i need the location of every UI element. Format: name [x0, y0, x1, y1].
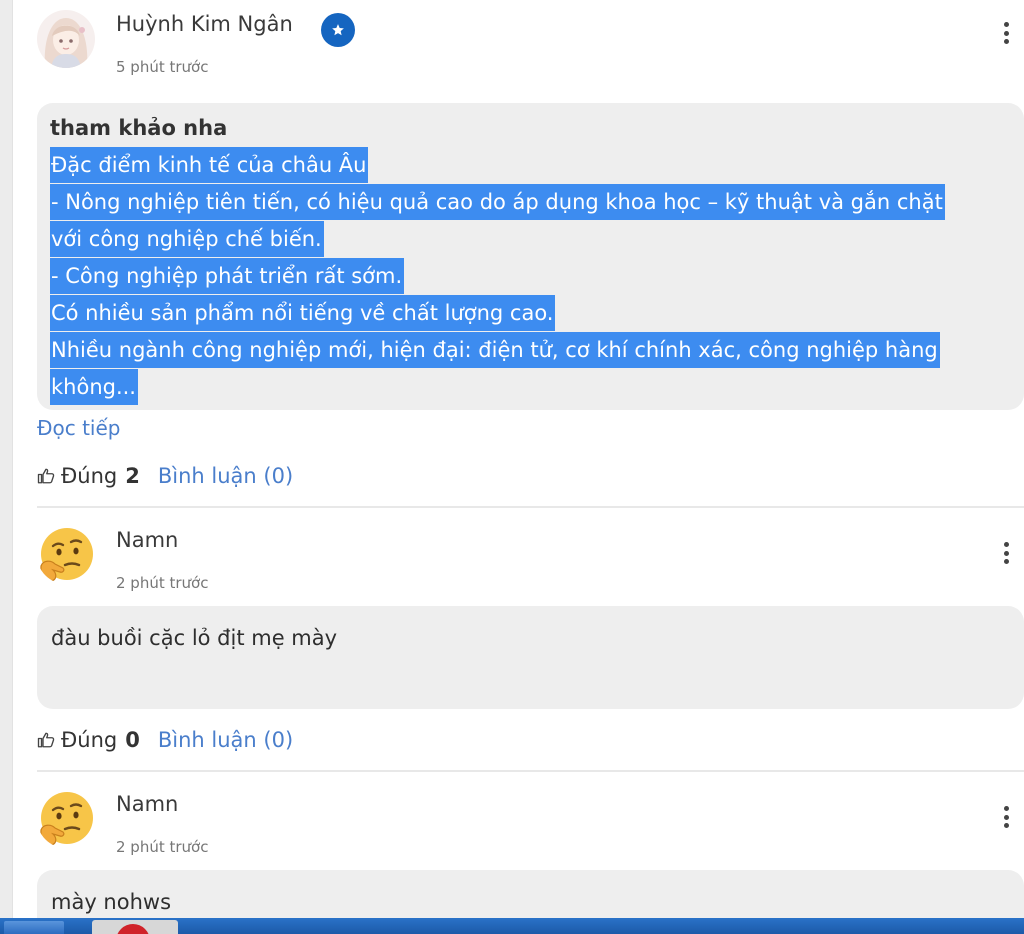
taskbar-start-area[interactable]	[4, 921, 64, 934]
thinking-face-icon	[40, 792, 93, 846]
post-actions: Đúng 2 Bình luận (0)	[37, 464, 293, 488]
answer-line: - Công nghiệp phát triển rất sớm.	[50, 258, 405, 294]
divider	[37, 770, 1024, 772]
avatar[interactable]	[37, 790, 95, 848]
answer-line: - Nông nghiệp tiên tiến, có hiệu quả cao…	[50, 184, 945, 220]
post-actions: Đúng 0 Bình luận (0)	[37, 728, 293, 752]
answer-content: đàu buồi cặc lỏ địt mẹ mày	[37, 606, 1024, 709]
more-options-icon[interactable]	[996, 18, 1016, 48]
like-label: Đúng	[61, 464, 118, 488]
like-label: Đúng	[61, 728, 118, 752]
post-time: 5 phút trước	[116, 58, 209, 76]
like-count: 2	[125, 464, 140, 488]
post-time: 2 phút trước	[116, 574, 209, 592]
avatar[interactable]	[37, 10, 95, 68]
thumbs-up-icon	[37, 468, 55, 484]
comments-link[interactable]: Bình luận (0)	[158, 728, 293, 752]
verified-star-badge-icon	[321, 13, 355, 47]
more-options-icon[interactable]	[996, 802, 1016, 832]
more-options-icon[interactable]	[996, 538, 1016, 568]
answer-line: Có nhiều sản phẩm nổi tiếng về chất lượn…	[50, 295, 556, 331]
answer-line: Nhiều ngành công nghiệp mới, hiện đại: đ…	[50, 332, 940, 368]
author-name[interactable]: Huỳnh Kim Ngân	[116, 12, 293, 36]
os-taskbar	[0, 918, 1024, 934]
answer-post: Namn 2 phút trước đàu buồi cặc lỏ địt mẹ…	[37, 526, 1024, 766]
author-name[interactable]: Namn	[116, 528, 178, 552]
thumbs-up-icon	[37, 732, 55, 748]
answer-text: đàu buồi cặc lỏ địt mẹ mày	[51, 626, 338, 650]
answer-heading: tham khảo nha	[50, 116, 228, 140]
avatar[interactable]	[37, 526, 95, 584]
answer-post: Huỳnh Kim Ngân 5 phút trước tham khảo nh…	[37, 10, 1024, 500]
post-time: 2 phút trước	[116, 838, 209, 856]
thinking-face-icon	[40, 528, 93, 582]
answers-feed: Huỳnh Kim Ngân 5 phút trước tham khảo nh…	[12, 0, 1024, 918]
like-button[interactable]: Đúng 0	[37, 728, 140, 752]
answer-text: mày nohws	[51, 890, 172, 914]
like-button[interactable]: Đúng 2	[37, 464, 140, 488]
taskbar-app-button[interactable]	[92, 920, 178, 934]
answer-line: Đặc điểm kinh tế của châu Âu	[50, 147, 369, 183]
answer-content: mày nohws	[37, 870, 1024, 918]
read-more-link[interactable]: Đọc tiếp	[37, 416, 121, 440]
app-icon	[116, 924, 150, 934]
comments-link[interactable]: Bình luận (0)	[158, 464, 293, 488]
author-name[interactable]: Namn	[116, 792, 178, 816]
answer-post: Namn 2 phút trước mày nohws	[37, 790, 1024, 918]
answer-line: không...	[50, 369, 138, 405]
like-count: 0	[125, 728, 140, 752]
divider	[37, 506, 1024, 508]
answer-line: với công nghiệp chế biến.	[50, 221, 324, 257]
answer-content: tham khảo nha Đặc điểm kinh tế của châu …	[37, 103, 1024, 410]
anime-girl-avatar-icon	[37, 10, 95, 68]
